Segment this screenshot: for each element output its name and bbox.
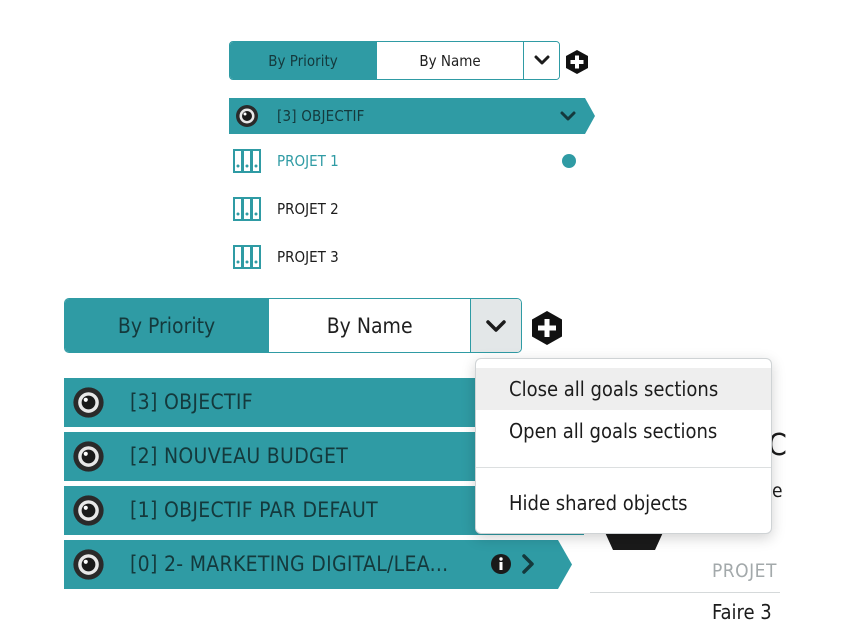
- goal-row-small[interactable]: [3] OBJECTIF: [229, 98, 595, 134]
- goal-label: [1] OBJECTIF PAR DEFAUT: [130, 498, 378, 522]
- project-row-3[interactable]: PROJET 3: [233, 242, 583, 272]
- sort-by-name-button-small[interactable]: By Name: [376, 42, 523, 79]
- sort-toggle-small: By Priority By Name: [229, 41, 560, 80]
- chevron-down-icon: [486, 319, 506, 332]
- divider: [590, 592, 780, 593]
- sort-by-name-button[interactable]: By Name: [268, 299, 471, 352]
- goal-label: [3] OBJECTIF: [130, 390, 253, 414]
- sort-options-button-small[interactable]: [523, 42, 559, 79]
- active-indicator-dot: [562, 154, 576, 168]
- binders-icon: [233, 245, 261, 269]
- column-header-partial: PROJET: [712, 560, 777, 582]
- chevron-right-icon[interactable]: [520, 553, 536, 575]
- project-label: PROJET 3: [277, 248, 339, 266]
- chevron-down-icon: [534, 55, 549, 65]
- goal-label: [2] NOUVEAU BUDGET: [130, 444, 349, 468]
- eye-target-icon: [73, 387, 104, 418]
- chevron-down-icon[interactable]: [559, 107, 577, 125]
- binders-icon: [233, 149, 261, 173]
- add-plus-hexagon-icon[interactable]: [530, 310, 564, 346]
- eye-target-icon: [73, 441, 104, 472]
- open-all-goals-menu-item[interactable]: Open all goals sections: [476, 410, 771, 452]
- project-label: PROJET 1: [277, 152, 339, 170]
- eye-target-icon: [236, 105, 258, 127]
- project-row-2[interactable]: PROJET 2: [233, 194, 583, 224]
- sort-toggle-large: By Priority By Name: [64, 298, 522, 353]
- goal-label-small: [3] OBJECTIF: [277, 107, 365, 125]
- binders-icon: [233, 197, 261, 221]
- project-label: PROJET 2: [277, 200, 339, 218]
- eye-target-icon: [73, 495, 104, 526]
- goal-row[interactable]: [0] 2- MARKETING DIGITAL/LEA...: [64, 540, 584, 589]
- close-all-goals-menu-item[interactable]: Close all goals sections: [476, 368, 771, 410]
- sort-options-menu: Close all goals sections Open all goals …: [475, 358, 772, 534]
- goal-label: [0] 2- MARKETING DIGITAL/LEA...: [130, 552, 449, 576]
- project-row-1[interactable]: PROJET 1: [233, 146, 583, 176]
- sort-by-priority-button-small[interactable]: By Priority: [230, 42, 376, 79]
- info-icon[interactable]: [490, 553, 512, 575]
- menu-divider: [476, 467, 771, 468]
- sort-options-button[interactable]: [470, 299, 521, 352]
- hide-shared-objects-menu-item[interactable]: Hide shared objects: [476, 482, 771, 524]
- panel-text-partial: e: [772, 480, 783, 502]
- task-row-partial: Faire 3: [712, 600, 772, 624]
- add-plus-hexagon-icon-small[interactable]: [565, 49, 589, 75]
- sort-by-priority-button[interactable]: By Priority: [65, 299, 269, 352]
- eye-target-icon: [73, 549, 104, 580]
